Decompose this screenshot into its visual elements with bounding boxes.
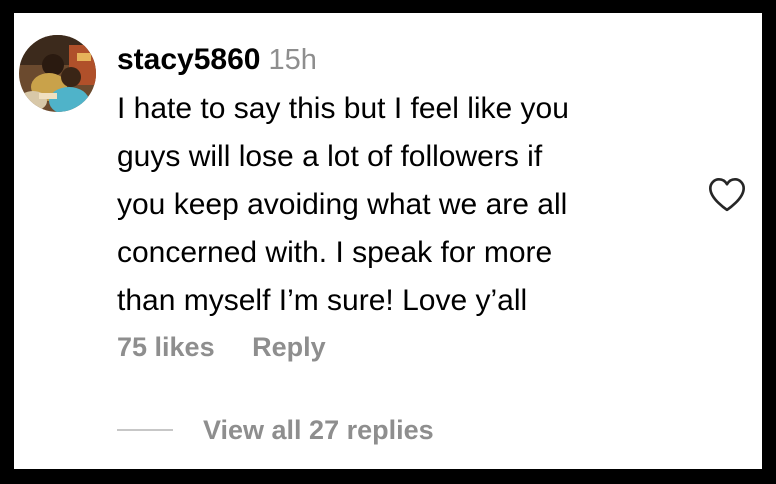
comment-card: stacy5860 15h I hate to say this but I fe…	[14, 13, 762, 469]
heart-outline-icon	[709, 177, 745, 212]
comment-line: you keep avoiding what we are all	[117, 188, 568, 221]
timestamp: 15h	[268, 44, 317, 76]
comment-text: I hate to say this but I feel like you g…	[117, 85, 692, 325]
view-replies-label: View all 27 replies	[203, 415, 434, 445]
comment-line: I hate to say this but I feel like you	[117, 92, 569, 125]
username-link[interactable]: stacy5860	[117, 43, 260, 76]
like-button[interactable]	[707, 175, 747, 213]
likes-count-button[interactable]: 75 likes	[117, 327, 215, 367]
replies-divider	[117, 429, 173, 431]
comment-actions: 75 likes Reply	[117, 327, 326, 367]
profile-photo	[19, 35, 96, 112]
avatar[interactable]	[19, 35, 96, 112]
comment-line: concerned with. I speak for more	[117, 236, 553, 269]
view-replies-button[interactable]: View all 27 replies	[117, 410, 434, 450]
comment-line: guys will lose a lot of followers if	[117, 140, 543, 173]
reply-button[interactable]: Reply	[252, 327, 326, 367]
comment-line: than myself I’m sure! Love y’all	[117, 284, 528, 317]
comment-header: stacy5860 15h	[117, 40, 317, 85]
